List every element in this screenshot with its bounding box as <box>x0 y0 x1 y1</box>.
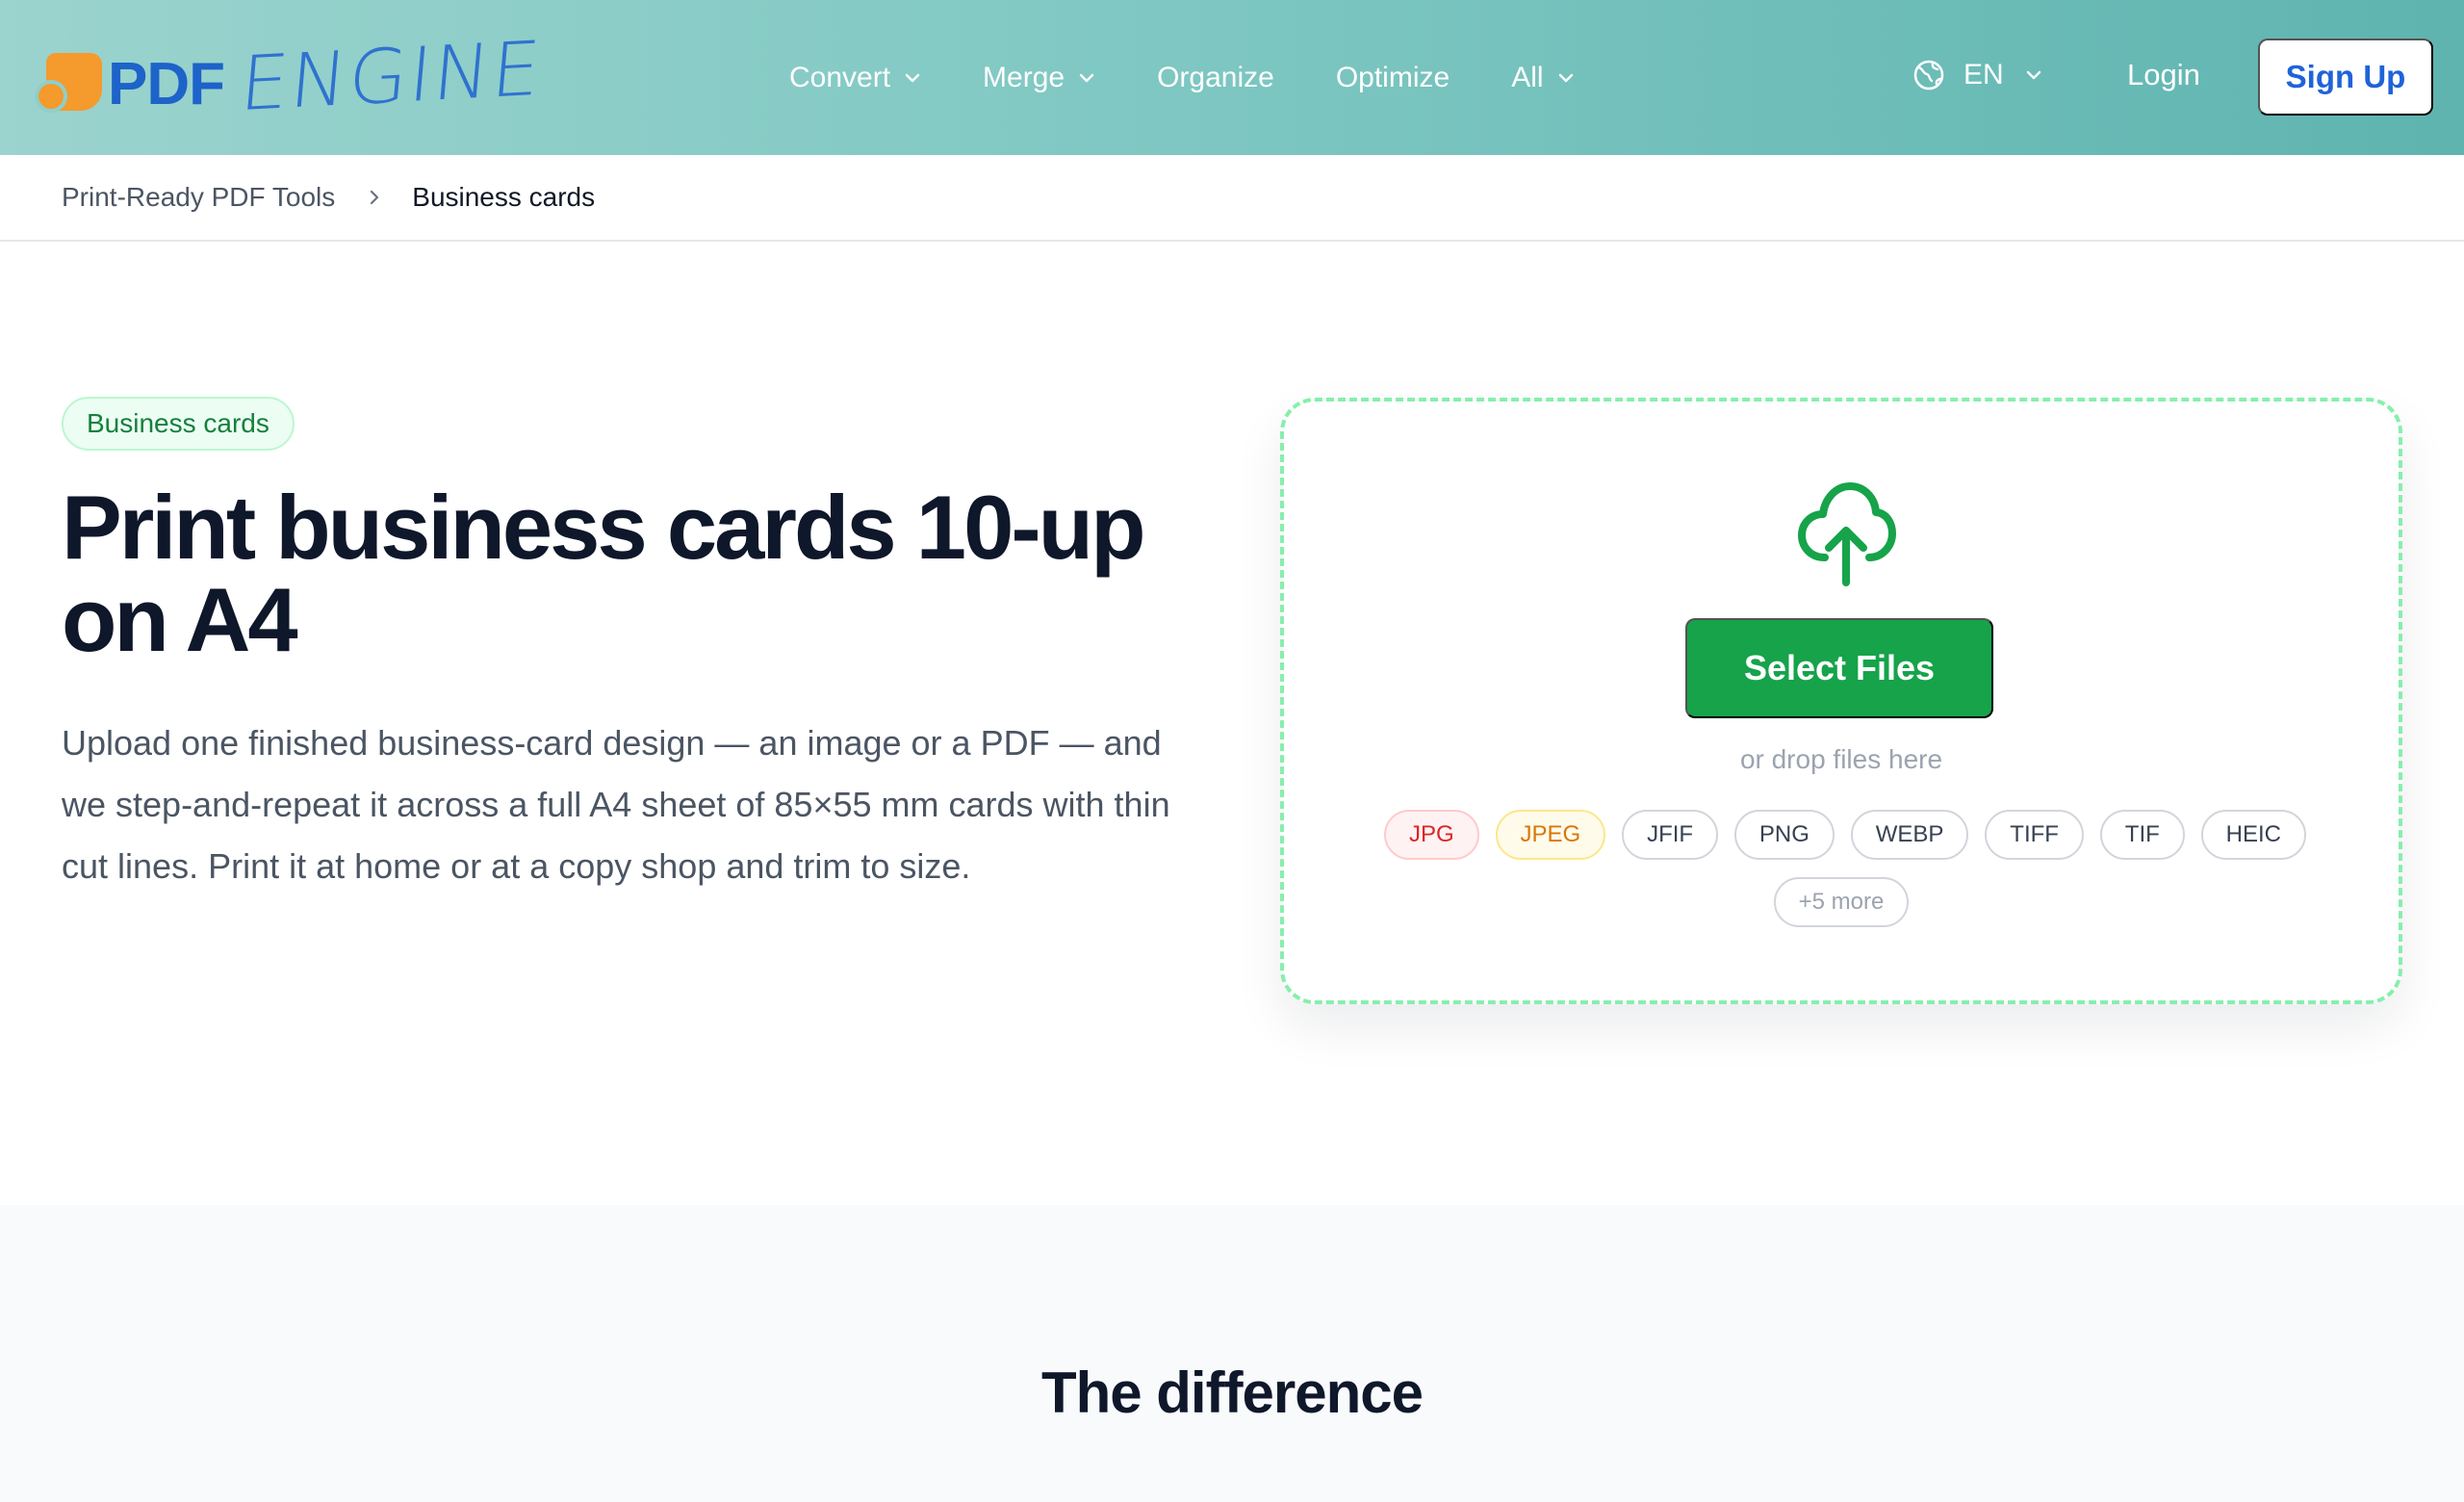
format-chip-webp: WEBP <box>1850 810 1969 860</box>
section-title: The difference <box>1040 1360 1424 1425</box>
signup-button[interactable]: Sign Up <box>2258 39 2433 116</box>
top-header: PDF ENGINE Convert Merge Organize Optimi… <box>0 0 2464 155</box>
page-title: Print business cards 10-up on A4 <box>62 477 1145 670</box>
chevron-down-icon <box>1079 73 1094 83</box>
login-link[interactable]: Login <box>2127 58 2200 92</box>
format-chip-jpeg: JPEG <box>1495 810 1606 860</box>
chevron-down-icon <box>905 73 920 83</box>
cloud-upload-icon <box>1798 482 1896 586</box>
format-chip-png: PNG <box>1733 810 1835 860</box>
format-chip-tif: TIF <box>2099 810 2185 860</box>
nav-convert-label: Convert <box>789 62 891 93</box>
nav-optimize-label: Optimize <box>1335 62 1450 93</box>
nav-organize-label: Organize <box>1157 62 1274 93</box>
format-list: JPG JPEG JFIF PNG WEBP TIFF TIF HEIC <box>1384 810 2306 860</box>
format-chip-jfif: JFIF <box>1622 810 1719 860</box>
nav-merge[interactable]: Merge <box>983 54 1095 102</box>
drop-hint: or drop files here <box>1739 744 1943 774</box>
nav-all[interactable]: All <box>1511 54 1574 102</box>
nav-convert[interactable]: Convert <box>789 54 921 102</box>
file-dropzone[interactable]: Select Files or drop files here JPG JPEG… <box>1280 398 2402 1004</box>
breadcrumb-parent-link[interactable]: Print-Ready PDF Tools <box>62 182 335 213</box>
more-formats-chip[interactable]: +5 more <box>1773 877 1910 927</box>
language-selector[interactable]: EN <box>1912 58 2042 92</box>
nav-optimize[interactable]: Optimize <box>1336 54 1450 102</box>
language-label: EN <box>1964 59 2004 91</box>
format-chip-jpg: JPG <box>1384 810 1479 860</box>
nav-merge-label: Merge <box>983 62 1065 93</box>
main-nav: Convert Merge Organize Optimize All <box>789 54 1575 102</box>
nav-organize[interactable]: Organize <box>1157 54 1274 102</box>
chevron-down-icon <box>1558 73 1573 83</box>
breadcrumb-current: Business cards <box>412 182 596 212</box>
logo-pdf-text: PDF <box>108 50 225 117</box>
logo[interactable]: PDF ENGINE <box>35 26 546 128</box>
more-formats-row: +5 more <box>1284 877 2399 927</box>
logo-engine-text: ENGINE <box>237 25 546 129</box>
chevron-down-icon <box>2026 70 2040 80</box>
globe-icon <box>1913 60 1944 91</box>
format-chip-heic: HEIC <box>2200 810 2306 860</box>
difference-section: The difference <box>0 1205 2464 1502</box>
page-description: Upload one finished business-card design… <box>62 723 1170 886</box>
chevron-right-icon <box>371 190 379 205</box>
breadcrumb: Print-Ready PDF Tools Business cards <box>0 155 2464 242</box>
category-badge: Business cards <box>62 397 295 451</box>
select-files-button[interactable]: Select Files <box>1685 618 1993 718</box>
format-chip-tiff: TIFF <box>1985 810 2084 860</box>
page: PDF ENGINE Convert Merge Organize Optimi… <box>0 0 2464 1502</box>
logo-mark-icon <box>35 43 102 113</box>
nav-all-label: All <box>1511 62 1544 93</box>
